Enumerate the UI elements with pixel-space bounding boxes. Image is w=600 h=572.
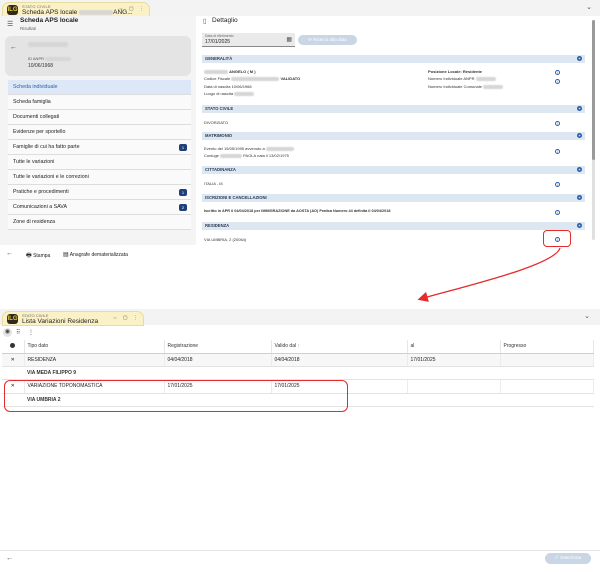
app-logo-icon: ILG [7, 314, 18, 324]
eye-icon[interactable]: ◉ [3, 328, 12, 337]
more-vert-icon[interactable]: ⋮ [28, 329, 34, 336]
cell-valido-dal: 04/04/2018 [271, 353, 408, 367]
sort-icon: ↑ [297, 343, 300, 350]
table-row[interactable]: ✕ RESIDENZA 04/04/2018 04/04/2018 17/01/… [2, 353, 594, 367]
back-arrow-icon[interactable]: ← [6, 555, 13, 562]
column-valido-dal[interactable]: Valido dal ↑ [271, 340, 408, 354]
cell-al [407, 379, 501, 394]
tab-lista-variazioni[interactable]: ILG STATO CIVILE Lista Variazioni Reside… [2, 311, 144, 326]
cell-progresso [500, 379, 594, 394]
column-tipo-dato[interactable]: Tipo dato [24, 340, 165, 354]
cell-tipo: RESIDENZA [24, 353, 165, 367]
tab-controls[interactable]: ⇔ ▢ ⋮ [112, 315, 140, 321]
bottom-footer [0, 550, 600, 570]
info-dot-icon [10, 342, 16, 348]
table-header-row: Tipo dato Registrazione Valido dal ↑ al … [2, 340, 594, 354]
column-progresso[interactable]: Progresso [500, 340, 594, 354]
annotation-arrow [417, 247, 561, 302]
column-registrazione[interactable]: Registrazione [164, 340, 272, 354]
columns-icon[interactable]: ⠿ [16, 329, 20, 336]
highlight-box [4, 380, 348, 412]
cell-progresso [500, 353, 594, 367]
table-subrow: VIA MEDA FILIPPO 9 [2, 366, 594, 380]
address-detail: VIA MEDA FILIPPO 9 [24, 366, 594, 380]
select-button[interactable]: ✓ Seleziona [545, 553, 591, 564]
cell-al: 17/01/2025 [407, 353, 501, 367]
chevron-down-icon[interactable]: ⌄ [584, 312, 590, 320]
tab-title: Lista Variazioni Residenza [22, 318, 99, 325]
column-al[interactable]: al [407, 340, 501, 354]
cell-registrazione: 04/04/2018 [164, 353, 272, 367]
select-column-header[interactable] [2, 340, 25, 354]
expand-icon[interactable]: ✕ [2, 353, 25, 367]
